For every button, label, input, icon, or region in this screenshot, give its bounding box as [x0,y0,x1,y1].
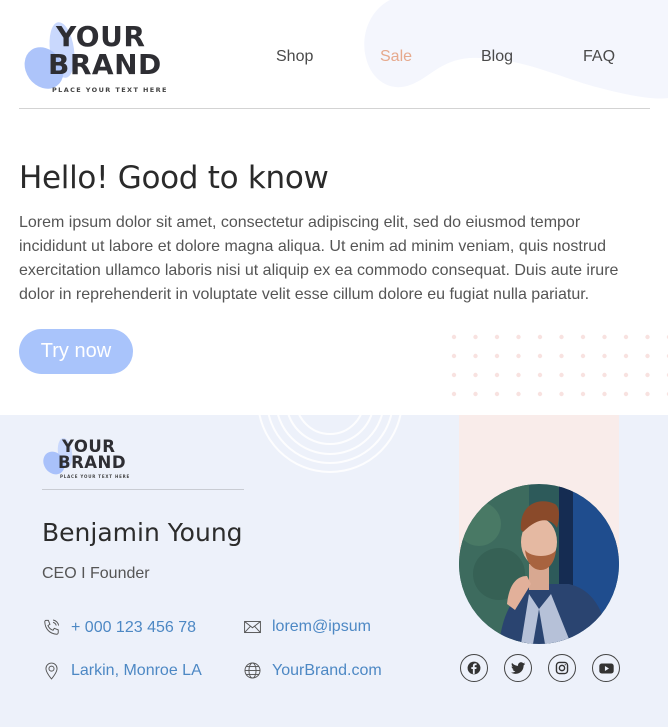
nav-item-shop[interactable]: Shop [276,48,313,66]
nav-item-blog[interactable]: Blog [481,48,513,66]
decorative-dot [623,334,629,340]
decorative-dot [537,334,543,340]
twitter-icon [510,661,525,674]
email-value: lorem@ipsum [272,618,371,635]
decorative-dot-grid [451,334,668,397]
decorative-dot [494,391,500,397]
decorative-dot [559,334,564,340]
try-now-button[interactable]: Try now [19,329,133,374]
header-divider [19,108,650,109]
decorative-dot [451,334,457,340]
phone-icon [44,619,60,635]
decorative-dot [580,391,586,397]
contact-website[interactable]: YourBrand.com [243,661,382,680]
decorative-dot [559,391,564,397]
decorative-dot [602,372,607,378]
location-pin-icon [45,662,58,680]
person-name: Benjamin Young [42,518,243,547]
address-value: Larkin, Monroe LA [71,662,202,679]
contact-card: YOUR BRAND PLACE YOUR TEXT HERE Benjamin… [0,415,668,727]
decorative-dot [602,391,607,397]
decorative-dot [473,372,478,378]
mail-icon [244,620,261,634]
profile-photo-illustration [459,484,619,644]
decorative-dot [623,391,629,397]
decorative-dot [645,372,650,378]
decorative-dot [602,334,607,340]
decorative-dot [516,353,521,359]
decorative-dot [645,353,650,359]
decorative-dot [473,334,478,340]
person-role: CEO I Founder [42,565,150,582]
twitter-link[interactable] [504,654,532,682]
decorative-dot [559,372,564,378]
facebook-link[interactable] [460,654,488,682]
decorative-dot [559,353,564,359]
instagram-icon [555,661,569,675]
decorative-dot [451,372,457,378]
contact-email[interactable]: lorem@ipsum [243,618,371,636]
nav-item-faq[interactable]: FAQ [583,48,615,66]
decorative-dot [451,353,457,359]
main-nav: Shop Sale Blog FAQ [0,48,668,70]
logo-tagline: PLACE YOUR TEXT HERE [60,474,131,479]
website-value: YourBrand.com [272,661,382,679]
decorative-dot [516,391,521,397]
decorative-dot [537,391,543,397]
decorative-dot [537,372,543,378]
contact-phone[interactable]: + 000 123 456 78 [42,618,196,637]
decorative-dot [602,353,607,359]
youtube-link[interactable] [592,654,620,682]
globe-icon [244,662,261,679]
hero-body: Lorem ipsum dolor sit amet, consectetur … [19,214,619,303]
decorative-dot [473,353,478,359]
decorative-dot [451,391,457,397]
hero-title: Hello! Good to know [19,160,329,196]
decorative-dot [580,372,586,378]
decorative-dot [537,353,543,359]
decorative-dot [494,334,500,340]
logo-wordmark: YOUR BRAND [58,438,127,472]
decorative-rings [258,415,402,473]
decorative-dot [580,334,586,340]
youtube-icon [598,663,614,673]
card-brand-logo: YOUR BRAND PLACE YOUR TEXT HERE [40,437,130,482]
contact-address[interactable]: Larkin, Monroe LA [42,661,202,681]
decorative-dot [645,391,650,397]
instagram-link[interactable] [548,654,576,682]
logo-tagline: PLACE YOUR TEXT HERE [52,86,168,94]
logo-line-2: BRAND [58,453,127,472]
nav-item-sale[interactable]: Sale [380,48,412,66]
site-header: YOUR BRAND PLACE YOUR TEXT HERE Shop Sal… [0,0,668,108]
card-divider [42,489,244,490]
decorative-dot [623,353,629,359]
decorative-dot [473,391,478,397]
decorative-dot [645,334,650,340]
decorative-dot [580,353,586,359]
profile-photo [459,484,619,644]
logo-line-1: YOUR [56,20,146,53]
facebook-icon [467,661,481,675]
decorative-dot [494,372,500,378]
decorative-dot [623,372,629,378]
decorative-dot [494,353,500,359]
decorative-dot [516,334,521,340]
decorative-dot [516,372,521,378]
phone-value: + 000 123 456 78 [71,618,197,636]
